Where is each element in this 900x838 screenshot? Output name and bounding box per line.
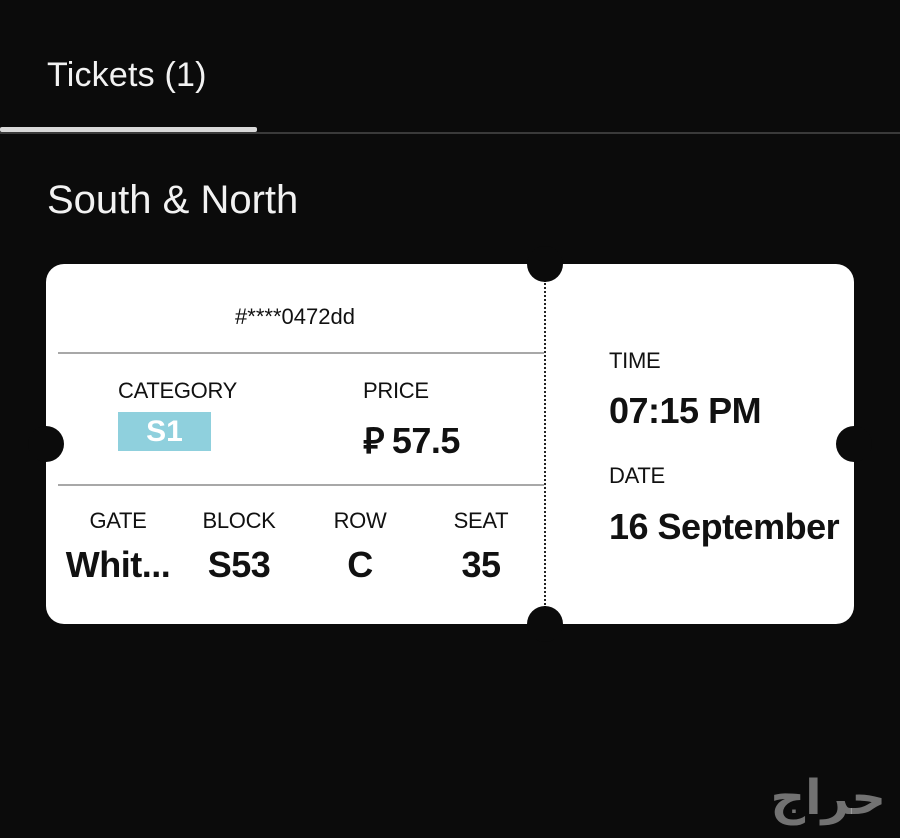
block-column: BLOCK S53: [179, 508, 299, 586]
perforation-line: [544, 280, 546, 608]
row-label: ROW: [333, 508, 387, 533]
ticket-notch-bottom: [527, 606, 563, 642]
block-value: S53: [207, 544, 271, 585]
price-value: ⃁ 57.5: [363, 416, 460, 463]
time-value: 07:15 PM: [609, 390, 762, 431]
time-label: TIME: [609, 348, 661, 373]
date-label: DATE: [609, 463, 665, 488]
category-label: CATEGORY: [118, 378, 238, 403]
block-label: BLOCK: [202, 508, 276, 533]
watermark-logo: حراج: [770, 770, 887, 826]
riyal-currency-icon: ⃁: [363, 420, 384, 461]
tab-tickets[interactable]: Tickets (1): [47, 56, 207, 95]
category-badge: S1: [118, 412, 211, 451]
gate-column: GATE Whit...: [58, 508, 178, 586]
ticket-id: #****0472dd: [235, 304, 355, 329]
divider: [58, 352, 544, 354]
gate-value: Whit...: [65, 544, 171, 585]
ticket-notch-top: [527, 246, 563, 282]
row-column: ROW C: [300, 508, 420, 586]
ticket-stub: [544, 264, 854, 624]
ticket-notch-right: [836, 426, 872, 462]
date-value: 16 September: [609, 506, 840, 547]
price-amount: 57.5: [391, 420, 461, 461]
divider: [58, 484, 544, 486]
price-label: PRICE: [363, 378, 429, 403]
ticket-card[interactable]: #****0472dd CATEGORY S1 PRICE ⃁ 57.5 GATE…: [28, 246, 872, 642]
gate-label: GATE: [89, 508, 147, 533]
seat-column: SEAT 35: [421, 508, 541, 586]
seat-label: SEAT: [453, 508, 509, 533]
seat-value: 35: [461, 544, 501, 585]
row-value: C: [347, 544, 373, 585]
ticket-notch-left: [28, 426, 64, 462]
tab-divider: [0, 132, 900, 134]
tab-bar: Tickets (1): [0, 0, 900, 134]
section-title: South & North: [47, 178, 299, 222]
